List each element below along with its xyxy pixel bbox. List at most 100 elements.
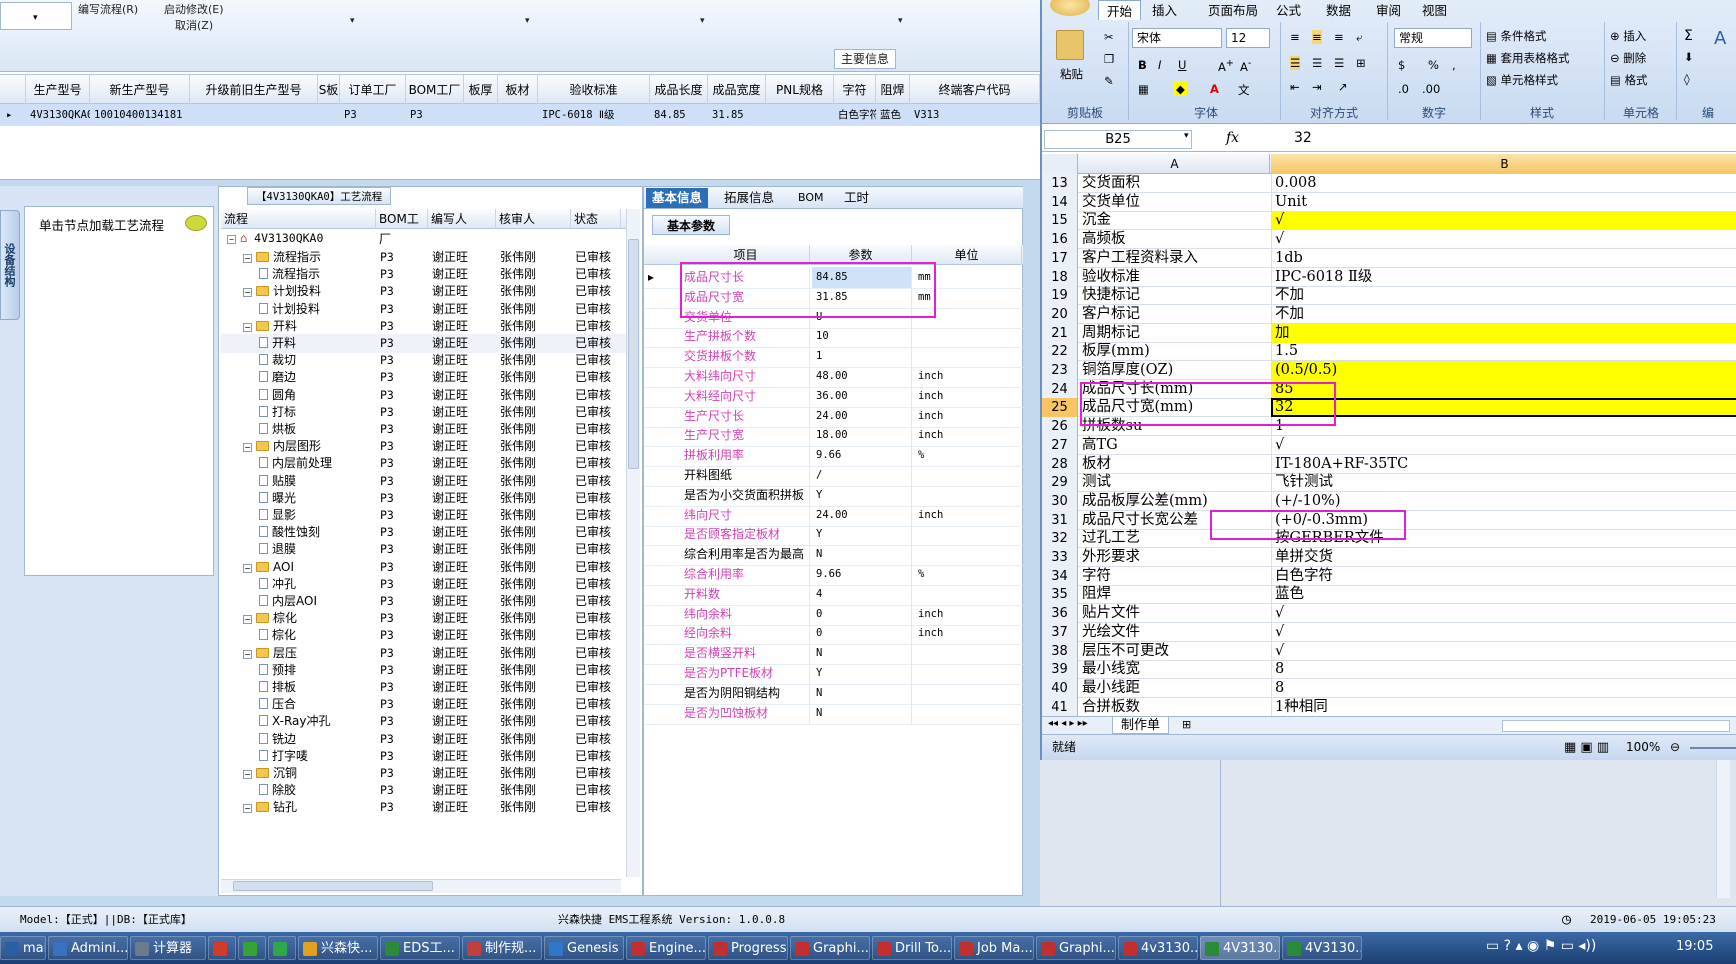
param-value[interactable]: 24.00: [812, 405, 912, 427]
cell-b[interactable]: 按GERBER文件: [1271, 529, 1736, 549]
align-right-icon[interactable]: ☰: [1334, 56, 1344, 70]
cell-b[interactable]: 32: [1271, 398, 1736, 418]
chevron-down-icon[interactable]: ▾: [350, 16, 355, 26]
tree-row[interactable]: 开料 P3 谢正旺 张伟刚 已审核: [221, 334, 639, 353]
cell-a[interactable]: 高频板: [1080, 230, 1270, 249]
param-row[interactable]: 是否顾客指定板材 Y: [644, 524, 1024, 547]
select-all-corner[interactable]: [1042, 154, 1078, 174]
row-header[interactable]: 32: [1042, 529, 1078, 549]
taskbar-button[interactable]: Graphi...: [790, 936, 870, 960]
menu-start-modify[interactable]: 启动修改(E): [164, 1, 224, 17]
ribbon-tab[interactable]: 公式: [1276, 0, 1301, 19]
cell-a[interactable]: 交货面积: [1080, 174, 1270, 193]
cell-a[interactable]: 板材: [1080, 455, 1270, 474]
taskbar-button[interactable]: EDS工...: [380, 936, 460, 960]
param-row[interactable]: 是否为PTFE板材 Y: [644, 663, 1024, 685]
cell-b[interactable]: 单拼交货: [1271, 548, 1736, 567]
grid-column-header[interactable]: 板厚: [464, 75, 498, 105]
row-header[interactable]: 17: [1042, 248, 1078, 268]
cell-b[interactable]: √: [1271, 622, 1736, 642]
grid-column-header[interactable]: 订单工厂: [340, 75, 406, 105]
phonetic-icon[interactable]: 文: [1238, 82, 1250, 98]
col-reviewer[interactable]: 核审人: [496, 209, 571, 229]
cell-b[interactable]: 85: [1271, 379, 1736, 399]
row-header[interactable]: 38: [1042, 641, 1078, 661]
cell-b[interactable]: Unit: [1271, 192, 1736, 212]
wrap-text-icon[interactable]: ⤶: [1356, 30, 1362, 45]
chevron-down-icon[interactable]: ▾: [898, 16, 903, 26]
tree-row[interactable]: 内层前处理 P3 谢正旺 张伟刚 已审核: [221, 454, 639, 473]
row-header[interactable]: 36: [1042, 604, 1078, 624]
grid-cell[interactable]: P3: [410, 104, 464, 126]
grid-cell[interactable]: 84.85: [654, 104, 708, 126]
param-value[interactable]: 0: [812, 603, 912, 625]
tree-row[interactable]: − 沉铜 P3 谢正旺 张伟刚 已审核: [221, 764, 639, 783]
cell-a[interactable]: 客户标记: [1080, 305, 1270, 324]
tree-row[interactable]: 内层AOI P3 谢正旺 张伟刚 已审核: [221, 592, 639, 611]
tab-bom[interactable]: BOM: [792, 188, 830, 208]
col-writer[interactable]: 编写人: [428, 209, 496, 229]
taskbar-button[interactable]: 兴森快...: [298, 936, 378, 960]
taskbar-button[interactable]: 4v3130...: [1118, 936, 1198, 960]
grid-cell[interactable]: [322, 104, 340, 126]
param-row[interactable]: 开料图纸 /: [644, 465, 1024, 487]
zoom-out-icon[interactable]: ⊖: [1670, 735, 1680, 760]
bold-icon[interactable]: B: [1138, 58, 1147, 72]
row-header[interactable]: 33: [1042, 548, 1078, 567]
row-header[interactable]: 39: [1042, 660, 1078, 680]
chevron-down-icon[interactable]: ▾: [700, 16, 705, 26]
tab-basic-info[interactable]: 基本信息: [646, 188, 709, 208]
taskbar-button[interactable]: Drill To...: [872, 936, 952, 960]
param-value[interactable]: 24.00: [812, 504, 912, 526]
tree-row[interactable]: 排板 P3 谢正旺 张伟刚 已审核: [221, 678, 639, 697]
param-value[interactable]: Y: [812, 484, 912, 506]
tree-row[interactable]: 除胶 P3 谢正旺 张伟刚 已审核: [221, 781, 639, 800]
chevron-down-icon[interactable]: ▾: [525, 16, 530, 26]
chevron-down-icon[interactable]: ▾: [1184, 131, 1189, 141]
param-row[interactable]: 大料纬向尺寸 48.00 inch: [644, 366, 1024, 388]
param-row[interactable]: 成品尺寸宽 31.85 mm: [644, 286, 1024, 309]
param-value[interactable]: Y: [812, 663, 912, 684]
grid-column-header[interactable]: S板: [318, 75, 340, 105]
cell-a[interactable]: 成品尺寸宽(mm): [1080, 398, 1270, 417]
fx-icon[interactable]: fx: [1226, 130, 1239, 146]
align-center-icon[interactable]: ☰: [1312, 56, 1322, 70]
italic-icon[interactable]: I: [1158, 58, 1161, 72]
cell-a[interactable]: 沉金: [1080, 211, 1270, 230]
cell-b[interactable]: 8: [1271, 678, 1736, 698]
tree-row[interactable]: − 计划投料 P3 谢正旺 张伟刚 已审核: [221, 282, 639, 301]
collapse-icon[interactable]: −: [243, 649, 252, 659]
border-icon[interactable]: ▦: [1138, 82, 1149, 96]
tree-row[interactable]: 贴膜 P3 谢正旺 张伟刚 已审核: [221, 472, 639, 491]
tree-row[interactable]: 打标 P3 谢正旺 张伟刚 已审核: [221, 403, 639, 422]
row-header[interactable]: 41: [1042, 697, 1078, 717]
param-row[interactable]: 交货拼板个数 1: [644, 346, 1024, 369]
collapse-icon[interactable]: −: [227, 235, 236, 244]
param-value[interactable]: 84.85: [812, 267, 912, 288]
collapse-icon[interactable]: −: [243, 615, 252, 625]
cell-a[interactable]: 外形要求: [1080, 548, 1270, 567]
align-top-icon[interactable]: ≡: [1290, 30, 1300, 44]
cell-b[interactable]: √: [1271, 604, 1736, 624]
cell-a[interactable]: 成品板厚公差(mm): [1080, 492, 1270, 511]
row-header[interactable]: 14: [1042, 192, 1078, 212]
row-header[interactable]: 15: [1042, 211, 1078, 231]
tree-row[interactable]: 棕化 P3 谢正旺 张伟刚 已审核: [221, 626, 639, 645]
sheet-tab[interactable]: 制作单: [1112, 717, 1170, 734]
align-middle-icon[interactable]: ≡: [1312, 30, 1322, 44]
taskbar-button[interactable]: [208, 936, 236, 960]
param-value[interactable]: N: [812, 682, 912, 704]
param-row[interactable]: 生产尺寸长 24.00 inch: [644, 405, 1024, 428]
cell-a[interactable]: 高TG: [1080, 436, 1270, 455]
cell-a[interactable]: 过孔工艺: [1080, 529, 1270, 548]
grid-cell[interactable]: [468, 104, 498, 126]
param-value[interactable]: 18.00: [812, 425, 912, 447]
param-value[interactable]: U: [812, 306, 912, 328]
param-value[interactable]: N: [812, 702, 912, 724]
paste-label[interactable]: 粘贴: [1060, 66, 1083, 82]
paste-icon[interactable]: [1056, 30, 1084, 60]
tree-row[interactable]: 酸性蚀刻 P3 谢正旺 张伟刚 已审核: [221, 523, 639, 542]
tab-work-hours[interactable]: 工时: [838, 188, 875, 208]
taskbar-button[interactable]: [268, 936, 296, 960]
cell-style-button[interactable]: ▧ 单元格样式: [1486, 72, 1558, 88]
